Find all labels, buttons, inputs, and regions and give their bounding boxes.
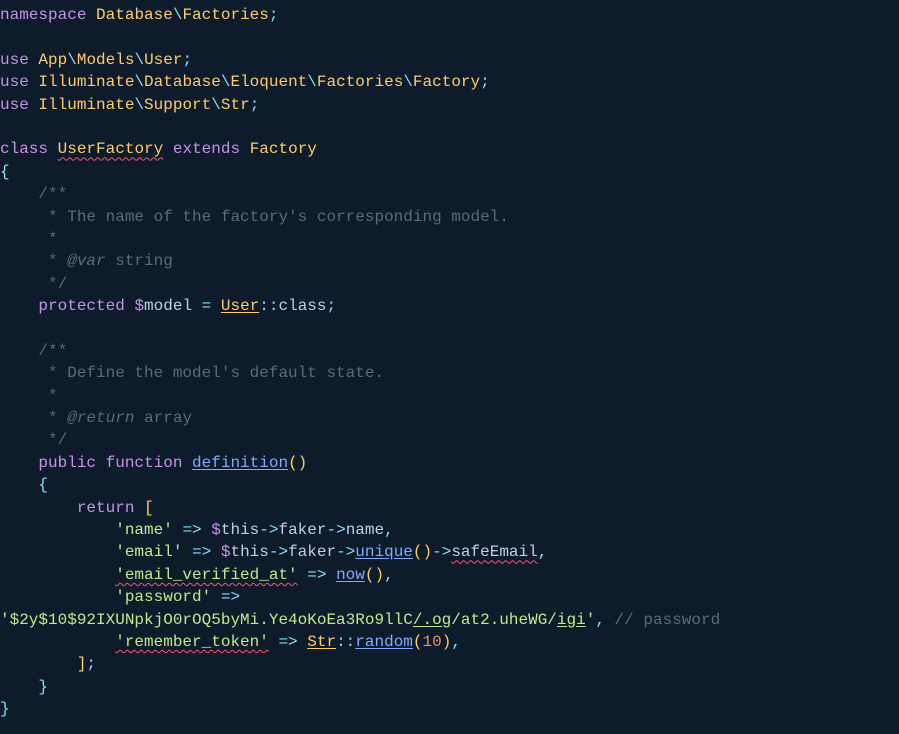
code-editor[interactable]: namespace Database\Factories; use App\Mo… xyxy=(0,4,899,721)
keyword-namespace: namespace xyxy=(0,6,86,24)
keyword-class: class xyxy=(0,140,48,158)
array-key-password: 'password' xyxy=(115,588,211,606)
method-definition: definition xyxy=(192,454,288,472)
array-key-email: 'email' xyxy=(115,543,182,561)
array-key-name: 'name' xyxy=(115,521,173,539)
docblock: /** xyxy=(38,342,67,360)
inline-comment: // password xyxy=(615,611,721,629)
password-hash-string: '$2y$10$92IXUNpkjO0rOQ5byMi.Ye4oKoEa3Ro9… xyxy=(0,611,413,629)
keyword-use: use xyxy=(0,51,29,69)
array-key-email-verified: 'email_verified_at' xyxy=(115,566,297,584)
namespace-path: Database xyxy=(96,6,173,24)
docblock: /** xyxy=(38,185,67,203)
class-name: UserFactory xyxy=(58,140,164,158)
property-model: model xyxy=(144,297,192,315)
array-key-remember-token: 'remember_token' xyxy=(115,633,269,651)
